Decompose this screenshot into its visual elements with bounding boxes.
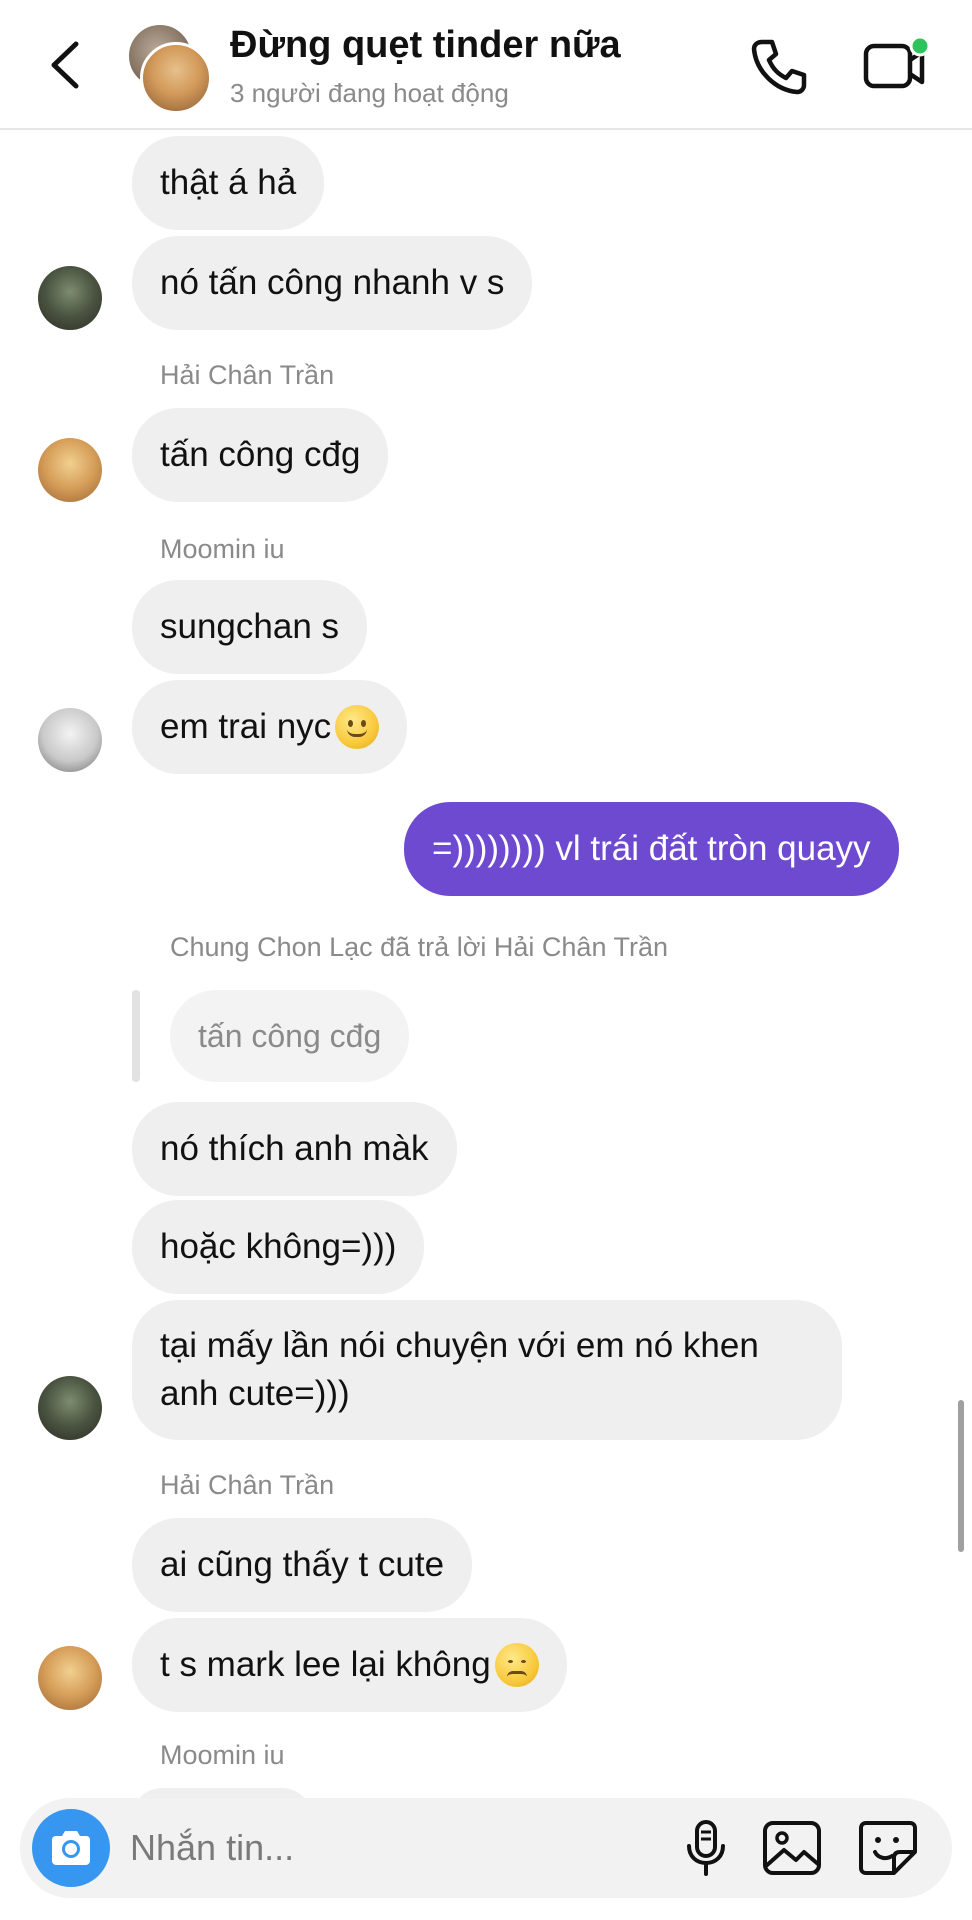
message-bubble[interactable]: nó thích anh màk xyxy=(132,1102,457,1196)
message-input[interactable] xyxy=(130,1820,670,1876)
sender-name: Hải Chân Trần xyxy=(160,360,335,390)
message-text: nó thích anh màk xyxy=(160,1129,429,1168)
sender-avatar[interactable] xyxy=(38,266,102,330)
message-text: tại mấy lần nói chuyện với em nó khen an… xyxy=(160,1326,759,1413)
message-bubble[interactable]: hoặc không=))) xyxy=(132,1200,425,1294)
sender-avatar[interactable] xyxy=(38,708,102,772)
video-camera-icon xyxy=(863,35,931,89)
chat-header: Đừng quẹt tinder nữa 3 người đang hoạt đ… xyxy=(0,0,972,130)
call-button[interactable] xyxy=(748,36,810,98)
active-status: 3 người đang hoạt động xyxy=(230,78,509,108)
microphone-icon xyxy=(687,1820,725,1876)
slightly-smiling-face-icon xyxy=(335,705,380,749)
message-bubble[interactable]: t s mark lee lại không xyxy=(132,1618,567,1712)
sender-name: Hải Chân Trần xyxy=(160,1470,335,1500)
sticker-button[interactable] xyxy=(856,1818,920,1878)
sender-avatar[interactable] xyxy=(38,438,102,502)
quoted-text: tấn công cđg xyxy=(198,1017,382,1054)
message-bubble[interactable]: sungchan s xyxy=(132,580,368,674)
reply-notice: Chung Chon Lạc đã trả lời Hải Chân Trần xyxy=(170,932,668,962)
message-text: em trai nyc xyxy=(160,707,332,746)
sender-avatar[interactable] xyxy=(38,1646,102,1710)
microphone-button[interactable] xyxy=(676,1818,736,1878)
camera-button[interactable] xyxy=(32,1809,110,1887)
group-avatar[interactable] xyxy=(126,22,216,114)
scrollbar[interactable] xyxy=(958,1400,964,1552)
quoted-message-bubble[interactable]: tấn công cđg xyxy=(170,990,410,1082)
sender-avatar[interactable] xyxy=(38,1376,102,1440)
chevron-left-icon xyxy=(51,41,79,89)
camera-icon xyxy=(52,1831,90,1865)
message-text: tấn công cđg xyxy=(160,435,361,474)
message-bubble[interactable]: ai cũng thấy t cute xyxy=(132,1518,473,1612)
gallery-button[interactable] xyxy=(760,1818,824,1878)
sender-name: Moomin iu xyxy=(160,1740,285,1770)
outgoing-message-bubble[interactable]: =)))))))) vl trái đất tròn quayy xyxy=(404,802,899,896)
member-avatar xyxy=(140,42,212,114)
video-call-button[interactable] xyxy=(860,34,932,96)
phone-icon xyxy=(751,39,807,95)
message-bubble[interactable]: tấn công cđg xyxy=(132,408,389,502)
message-bubble[interactable]: em trai nyc xyxy=(132,680,408,774)
back-button[interactable] xyxy=(40,30,90,100)
sticker-icon xyxy=(859,1821,917,1875)
message-text: t s mark lee lại không xyxy=(160,1645,491,1684)
message-text: =)))))))) vl trái đất tròn quayy xyxy=(432,829,871,868)
sender-name: Moomin iu xyxy=(160,534,285,564)
message-text: ai cũng thấy t cute xyxy=(160,1545,445,1584)
message-text: nó tấn công nhanh v s xyxy=(160,263,505,302)
pensive-face-icon xyxy=(494,1643,539,1687)
message-bubble[interactable]: thật á hả xyxy=(132,136,325,230)
reply-indicator-bar xyxy=(132,990,140,1082)
message-bubble[interactable]: nó tấn công nhanh v s xyxy=(132,236,533,330)
message-composer xyxy=(20,1798,952,1898)
gallery-icon xyxy=(763,1821,821,1875)
message-text: thật á hả xyxy=(160,163,297,202)
message-text: hoặc không=))) xyxy=(160,1227,397,1266)
chat-title[interactable]: Đừng quẹt tinder nữa xyxy=(230,24,621,67)
message-bubble[interactable]: tại mấy lần nói chuyện với em nó khen an… xyxy=(132,1300,842,1440)
message-text: sungchan s xyxy=(160,607,340,646)
